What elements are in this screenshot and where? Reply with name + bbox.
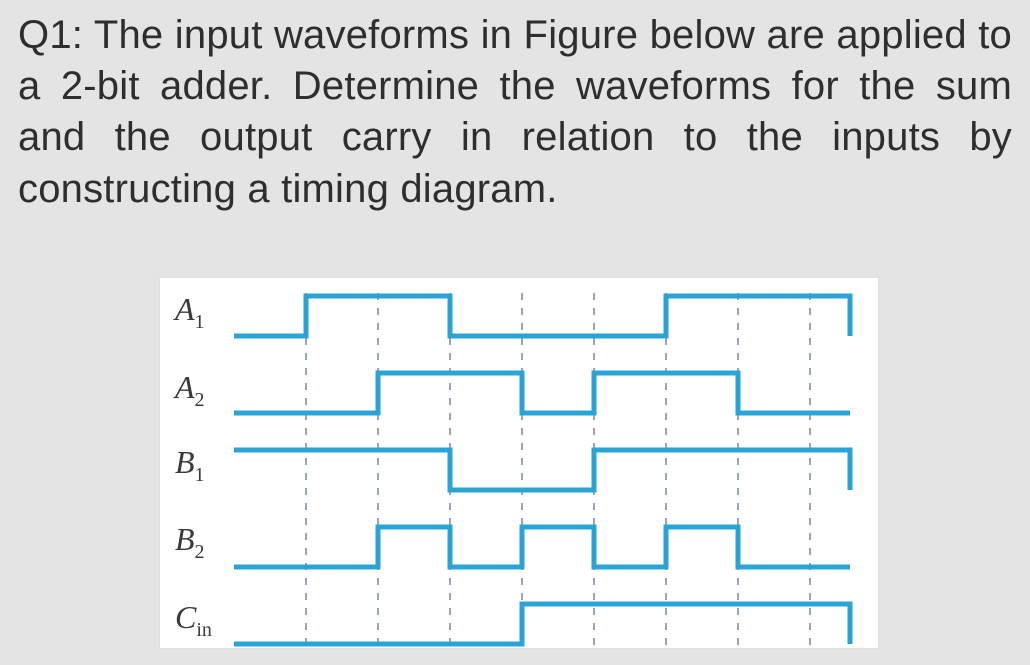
label-b1-letter: B: [175, 444, 195, 480]
question-text: Q1: The input waveforms in Figure below …: [18, 10, 1012, 215]
label-cin-sub: in: [196, 619, 212, 641]
svg-text:B1: B1: [175, 444, 205, 486]
label-b2-letter: B: [175, 521, 195, 557]
svg-text:A2: A2: [173, 369, 205, 411]
waveforms: [234, 296, 850, 644]
label-a2-letter: A: [173, 369, 195, 405]
svg-text:Cin: Cin: [175, 599, 212, 641]
wave-cin: [234, 604, 850, 644]
label-b1-sub: 1: [195, 464, 205, 486]
svg-text:A1: A1: [173, 291, 205, 333]
grid-lines: [306, 293, 810, 648]
wave-a1: [234, 296, 850, 336]
label-cin-letter: C: [175, 599, 197, 635]
wave-a2: [234, 373, 850, 413]
label-a1-letter: A: [173, 291, 195, 327]
label-a2-sub: 2: [195, 389, 205, 411]
label-b2-sub: 2: [195, 541, 205, 563]
wave-b1: [234, 450, 850, 490]
question-prefix: Q1:: [18, 13, 83, 57]
timing-svg: A1 A2 B1 B2 Cin: [160, 278, 878, 648]
label-a1-sub: 1: [195, 311, 205, 333]
timing-figure: A1 A2 B1 B2 Cin: [160, 278, 878, 648]
svg-text:B2: B2: [175, 521, 205, 563]
signal-labels: A1 A2 B1 B2 Cin: [173, 291, 212, 641]
wave-b2: [234, 527, 850, 567]
question-body: The input waveforms in Figure below are …: [18, 13, 1012, 211]
